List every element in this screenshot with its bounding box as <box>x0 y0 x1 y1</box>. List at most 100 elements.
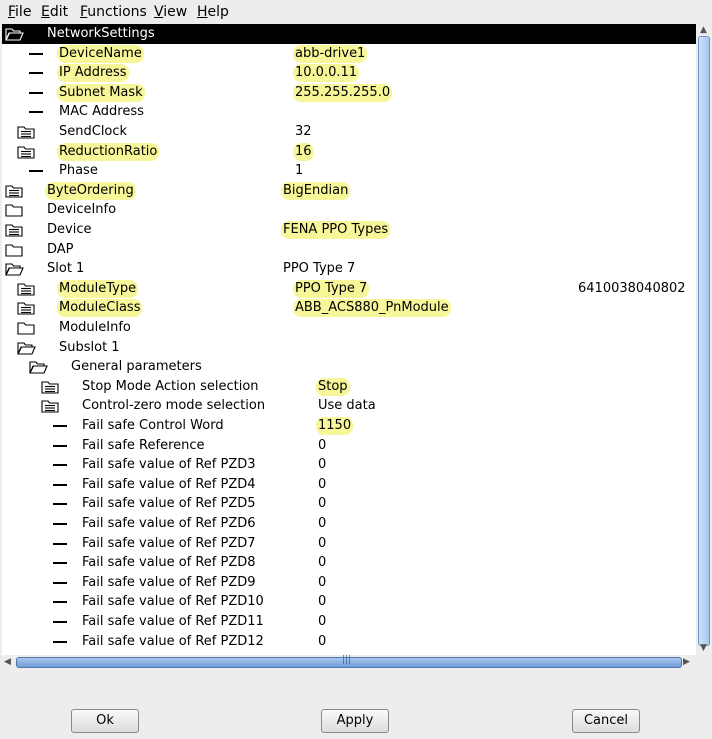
leaf-item-icon <box>53 640 67 643</box>
open-folder-icon[interactable] <box>17 340 37 356</box>
tree-row-value[interactable]: 255.255.255.0 <box>293 83 393 102</box>
list-folder-icon[interactable] <box>5 183 25 199</box>
menu-view-mnemonic: V <box>154 4 164 20</box>
tree-row-value[interactable]: PPO Type 7 <box>293 279 370 298</box>
apply-button[interactable]: Apply <box>321 709 389 733</box>
tree-row-value[interactable]: abb-drive1 <box>293 44 368 63</box>
tree-row-value[interactable]: ABB_ACS880_PnModule <box>293 299 451 318</box>
closed-folder-icon[interactable] <box>5 202 25 218</box>
tree-row-value[interactable]: 0 <box>318 535 326 553</box>
tree-row[interactable]: DeviceInfo <box>2 200 696 220</box>
menu-file[interactable]: File <box>8 4 31 21</box>
tree-row[interactable]: Stop Mode Action selection Stop <box>2 377 696 397</box>
tree-row-value[interactable]: 0 <box>318 476 326 494</box>
tree-row-value[interactable]: BigEndian <box>281 181 351 200</box>
cancel-button[interactable]: Cancel <box>572 709 640 733</box>
open-folder-icon[interactable] <box>5 26 25 42</box>
list-folder-icon[interactable] <box>41 398 61 414</box>
tree-row[interactable]: ReductionRatio 16 <box>2 142 696 162</box>
scroll-up-icon[interactable]: ▲ <box>700 25 707 35</box>
list-folder-icon[interactable] <box>17 124 37 140</box>
list-folder-icon[interactable] <box>17 281 37 297</box>
tree-row[interactable]: DeviceName abb-drive1 <box>2 44 696 64</box>
tree-row[interactable]: IP Address 10.0.0.11 <box>2 63 696 83</box>
tree-row[interactable]: Fail safe value of Ref PZD6 0 <box>2 514 696 534</box>
vertical-scrollbar[interactable]: ▲ ▼ <box>696 24 712 655</box>
vertical-scroll-thumb[interactable] <box>698 36 710 646</box>
list-folder-icon[interactable] <box>5 222 25 238</box>
tree-row[interactable]: Fail safe value of Ref PZD5 0 <box>2 494 696 514</box>
horizontal-scrollbar[interactable]: ◀ ||| ▶ <box>2 655 696 670</box>
leaf-item-icon <box>53 483 67 486</box>
tree-row-value[interactable]: 0 <box>318 456 326 474</box>
tree-row-label: Subslot 1 <box>59 339 120 355</box>
tree-row[interactable]: Fail safe Control Word 1150 <box>2 416 696 436</box>
tree-row[interactable]: ByteOrdering BigEndian <box>2 181 696 201</box>
tree-row[interactable]: Device FENA PPO Types <box>2 220 696 240</box>
tree-row[interactable]: Subnet Mask 255.255.255.0 <box>2 83 696 103</box>
tree-row[interactable]: ModuleType PPO Type 7 6410038040802 <box>2 279 696 299</box>
tree-row[interactable]: Fail safe value of Ref PZD11 0 <box>2 612 696 632</box>
menu-file-mnemonic: F <box>8 4 16 20</box>
tree-row-value[interactable]: 0 <box>318 554 326 572</box>
tree-row[interactable]: Fail safe Reference 0 <box>2 436 696 456</box>
tree-row-value[interactable]: PPO Type 7 <box>283 260 355 278</box>
tree-row[interactable]: Slot 1 PPO Type 7 <box>2 259 696 279</box>
tree-row[interactable]: MAC Address <box>2 102 696 122</box>
tree-row-value[interactable]: 0 <box>318 613 326 631</box>
scroll-left-icon[interactable]: ◀ <box>4 657 11 667</box>
tree-row[interactable]: Fail safe value of Ref PZD7 0 <box>2 534 696 554</box>
tree-row[interactable]: Fail safe value of Ref PZD12 0 <box>2 632 696 652</box>
tree-row[interactable]: Subslot 1 <box>2 338 696 358</box>
tree-row-value[interactable]: 0 <box>318 574 326 592</box>
menu-functions[interactable]: Functions <box>80 4 147 21</box>
tree-row-label: ReductionRatio <box>57 142 160 161</box>
tree-row[interactable]: NetworkSettings <box>2 24 696 44</box>
tree-row-value[interactable]: 0 <box>318 515 326 533</box>
menu-edit[interactable]: Edit <box>41 4 68 21</box>
tree-row-value[interactable]: Use data <box>318 397 376 415</box>
tree-row[interactable]: DAP <box>2 240 696 260</box>
leaf-item-icon <box>53 621 67 623</box>
tree-row-value[interactable]: 0 <box>318 593 326 611</box>
tree-row-label: SendClock <box>59 124 128 139</box>
tree-row[interactable]: Fail safe value of Ref PZD8 0 <box>2 553 696 573</box>
tree-row-value[interactable]: 32 <box>295 123 312 141</box>
tree-row-value[interactable]: Stop <box>316 377 350 396</box>
list-folder-icon[interactable] <box>17 144 37 160</box>
scroll-down-icon[interactable]: ▼ <box>700 643 707 653</box>
tree-row-value[interactable]: 0 <box>318 495 326 513</box>
tree-row[interactable]: Fail safe value of Ref PZD3 0 <box>2 455 696 475</box>
list-folder-icon[interactable] <box>41 379 61 395</box>
tree-row[interactable]: Control-zero mode selection Use data <box>2 396 696 416</box>
open-folder-icon[interactable] <box>29 359 49 375</box>
tree-row-value[interactable]: 1 <box>295 162 303 180</box>
parameter-tree[interactable]: NetworkSettings DeviceName abb-drive1 IP Ad… <box>2 24 696 655</box>
tree-row-label: Fail safe value of Ref PZD4 <box>82 476 256 492</box>
tree-row[interactable]: Fail safe value of Ref PZD9 0 <box>2 573 696 593</box>
tree-row[interactable]: Fail safe value of Ref PZD10 0 <box>2 592 696 612</box>
tree-row[interactable]: General parameters <box>2 357 696 377</box>
tree-row-value[interactable]: 10.0.0.11 <box>293 64 360 83</box>
menu-help[interactable]: Help <box>197 4 229 21</box>
tree-row[interactable]: ModuleInfo <box>2 318 696 338</box>
closed-folder-icon[interactable] <box>5 242 25 258</box>
tree-row[interactable]: Phase 1 <box>2 161 696 181</box>
tree-row[interactable]: ModuleClass ABB_ACS880_PnModule <box>2 298 696 318</box>
tree-row[interactable]: SendClock 32 <box>2 122 696 142</box>
tree-row[interactable]: Fail safe value of Ref PZD4 0 <box>2 475 696 495</box>
tree-row-value[interactable]: 1150 <box>316 417 354 435</box>
tree-row-value[interactable]: 0 <box>318 437 326 455</box>
tree-row-value[interactable]: FENA PPO Types <box>281 221 391 239</box>
list-folder-icon[interactable] <box>17 300 37 316</box>
open-folder-icon[interactable] <box>5 261 25 277</box>
tree-row-value[interactable]: 0 <box>318 633 326 651</box>
scroll-right-icon[interactable]: ▶ <box>683 657 690 667</box>
menu-edit-label: dit <box>49 4 69 20</box>
menu-help-label: elp <box>207 4 229 20</box>
closed-folder-icon[interactable] <box>17 320 37 336</box>
tree-row-value[interactable]: 16 <box>293 142 314 161</box>
menu-view[interactable]: View <box>154 4 187 21</box>
tree-row-label: MAC Address <box>59 104 144 120</box>
ok-button[interactable]: Ok <box>71 709 139 733</box>
